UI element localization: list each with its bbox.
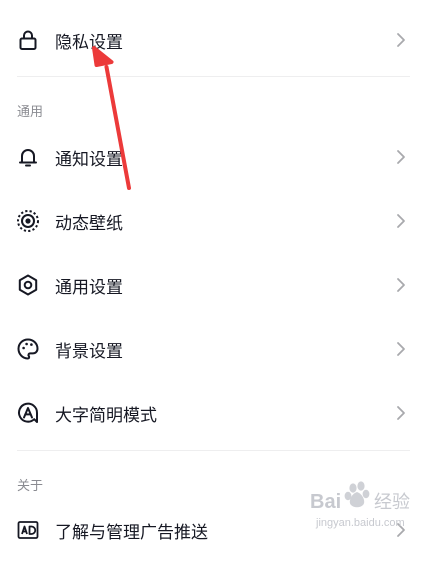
ad-management-label: 了解与管理广告推送 [55, 522, 208, 543]
general-settings-label: 通用设置 [55, 277, 123, 298]
palette-icon [16, 337, 40, 361]
chevron-right-icon [397, 406, 405, 420]
section-title-about: 关于 [17, 479, 44, 494]
notification-settings-label: 通知设置 [55, 149, 123, 170]
large-text-mode-row[interactable]: 大字简明模式 [0, 381, 427, 445]
settings-screen: 隐私设置 通用 通知设置 动态壁纸 通用设置 背景设置 大字简明模式 关于 了解… [0, 0, 427, 543]
divider [17, 76, 410, 77]
ad-management-row[interactable]: 了解与管理广告推送 [0, 498, 427, 562]
lock-icon [16, 28, 40, 52]
privacy-settings-row[interactable]: 隐私设置 [0, 8, 427, 72]
large-text-mode-label: 大字简明模式 [55, 405, 157, 426]
bell-icon [16, 145, 40, 169]
large-text-icon [16, 401, 40, 425]
live-wallpaper-icon [16, 209, 40, 233]
section-title-general: 通用 [17, 105, 44, 120]
background-settings-row[interactable]: 背景设置 [0, 317, 427, 381]
chevron-right-icon [397, 278, 405, 292]
chevron-right-icon [397, 33, 405, 47]
privacy-settings-label: 隐私设置 [55, 32, 123, 53]
background-settings-label: 背景设置 [55, 341, 123, 362]
notification-settings-row[interactable]: 通知设置 [0, 125, 427, 189]
live-wallpaper-row[interactable]: 动态壁纸 [0, 189, 427, 253]
live-wallpaper-label: 动态壁纸 [55, 213, 123, 234]
chevron-right-icon [397, 342, 405, 356]
chevron-right-icon [397, 150, 405, 164]
divider [17, 450, 410, 451]
general-settings-row[interactable]: 通用设置 [0, 253, 427, 317]
chevron-right-icon [397, 214, 405, 228]
gear-icon [16, 273, 40, 297]
ad-icon [16, 518, 40, 542]
